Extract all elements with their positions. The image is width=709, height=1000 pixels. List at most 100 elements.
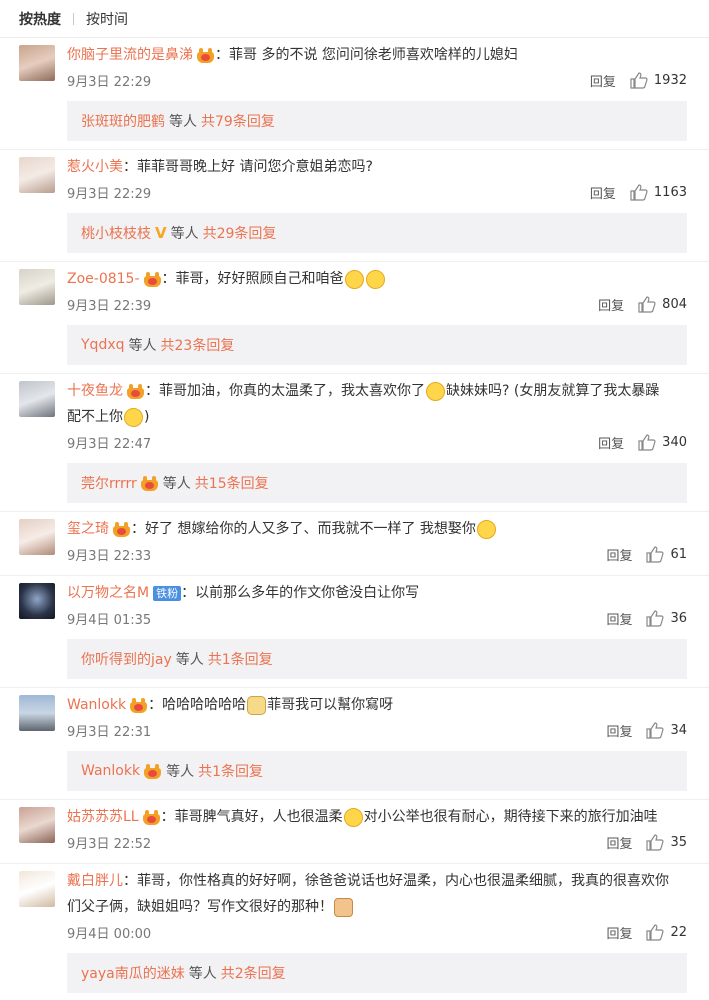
- like-button[interactable]: 35: [646, 833, 687, 851]
- comment-text: ：菲菲哥哥晚上好 请问您介意姐弟恋吗?: [123, 159, 373, 175]
- comment-item: Zoe-0815- ：菲哥，好好照顾自己和咱爸 9月3日 22:39 回复 80…: [0, 262, 709, 374]
- reply-button[interactable]: 回复: [590, 183, 616, 202]
- thumbs-up-icon: [646, 721, 665, 739]
- comment-username[interactable]: 惹火小美: [67, 155, 123, 179]
- comment-time: 9月4日 00:00: [67, 926, 152, 942]
- comment-time: 9月3日 22:52: [67, 836, 152, 852]
- comment-username[interactable]: Zoe-0815-: [67, 267, 140, 291]
- like-button[interactable]: 1163: [630, 183, 687, 201]
- sub-reply-summary[interactable]: 桃小枝枝枝 V 等人 共29条回复: [67, 213, 687, 253]
- sub-reply-sep: 等人: [188, 966, 217, 982]
- sort-by-hot[interactable]: 按热度: [19, 9, 61, 29]
- reply-button[interactable]: 回复: [606, 833, 632, 852]
- avatar[interactable]: [19, 45, 55, 81]
- grin-emoji-icon: [343, 807, 363, 827]
- sub-reply-count[interactable]: 共79条回复: [201, 111, 275, 131]
- comment-text: ): [144, 409, 150, 425]
- sub-reply-sep: 等人: [166, 764, 195, 780]
- comment-text: 们父子俩，缺姐姐吗？写作文很好的那种！: [67, 899, 333, 915]
- sub-reply-count[interactable]: 共1条回复: [208, 649, 273, 669]
- like-count: 1932: [653, 72, 687, 88]
- sub-reply-user[interactable]: Yqdxq: [81, 337, 125, 353]
- avatar[interactable]: [19, 157, 55, 193]
- sub-reply-user[interactable]: 张斑斑的肥鹤: [81, 111, 165, 131]
- reply-button[interactable]: 回复: [606, 721, 632, 740]
- avatar[interactable]: [19, 381, 55, 417]
- reply-button[interactable]: 回复: [606, 545, 632, 564]
- comment-time: 9月3日 22:39: [67, 298, 152, 314]
- sub-reply-summary[interactable]: yaya南瓜的迷妹 等人 共2条回复: [67, 953, 687, 993]
- member-crown-icon: [112, 521, 131, 538]
- like-button[interactable]: 340: [638, 433, 687, 451]
- comment-username[interactable]: 玺之琦: [67, 517, 109, 541]
- like-count: 804: [662, 296, 687, 312]
- comment-text: 缺妹妹吗? (女朋友就算了我太暴躁: [446, 383, 660, 399]
- thumbs-up-icon: [630, 71, 648, 89]
- like-count: 61: [670, 546, 687, 562]
- comment-item: 以万物之名M 铁粉 ：以前那么多年的作文你爸没白让你写 9月4日 01:35 回…: [0, 576, 709, 688]
- sub-reply-user[interactable]: yaya南瓜的迷妹: [81, 963, 185, 983]
- sub-reply-user[interactable]: 桃小枝枝枝: [81, 223, 151, 243]
- sub-reply-sep: 等人: [162, 476, 191, 492]
- sub-reply-summary[interactable]: Wanlokk 等人 共1条回复: [67, 751, 687, 791]
- sub-reply-sep: 等人: [175, 652, 204, 668]
- sub-reply-summary[interactable]: Yqdxq 等人 共23条回复: [67, 325, 687, 365]
- comment-text: 对小公举也很有耐心，期待接下来的旅行加油哇: [363, 809, 658, 825]
- comment-time: 9月3日 22:31: [67, 724, 152, 740]
- sub-reply-count[interactable]: 共15条回复: [195, 473, 269, 493]
- comment-username[interactable]: 以万物之名M: [67, 581, 149, 605]
- sort-by-time[interactable]: 按时间: [86, 9, 128, 29]
- sub-reply-user[interactable]: 你听得到的jay: [81, 649, 172, 669]
- comment-username[interactable]: 十夜鱼龙: [67, 379, 123, 403]
- comment-username[interactable]: 姑苏苏苏LL: [67, 805, 139, 829]
- avatar[interactable]: [19, 807, 55, 843]
- like-button[interactable]: 1932: [630, 71, 687, 89]
- reply-button[interactable]: 回复: [590, 71, 616, 90]
- avatar[interactable]: [19, 871, 55, 907]
- sub-reply-count[interactable]: 共29条回复: [203, 223, 277, 243]
- like-button[interactable]: 22: [646, 923, 687, 941]
- cat-emoji-icon: [334, 897, 353, 917]
- like-count: 36: [670, 610, 687, 626]
- comment-text: ：好了 想嫁给你的人又多了、而我就不一样了 我想娶你: [131, 521, 476, 537]
- like-button[interactable]: 61: [646, 545, 687, 563]
- doge-emoji-icon: [247, 695, 267, 715]
- reply-button[interactable]: 回复: [598, 295, 624, 314]
- reply-button[interactable]: 回复: [606, 609, 632, 628]
- comment-text: ：菲哥加油，你真的太温柔了，我太喜欢你了: [145, 383, 425, 399]
- member-crown-icon: [126, 383, 145, 400]
- comment-username[interactable]: 戴白胖儿: [67, 869, 123, 893]
- shy-emoji-icon: [344, 269, 364, 289]
- avatar[interactable]: [19, 519, 55, 555]
- reply-button[interactable]: 回复: [598, 433, 624, 452]
- comment-text: 菲哥我可以幫你寫呀: [267, 697, 394, 713]
- sub-reply-user[interactable]: Wanlokk: [81, 763, 140, 779]
- sub-reply-summary[interactable]: 张斑斑的肥鹤 等人 共79条回复: [67, 101, 687, 141]
- laugh-cry-emoji-icon: [124, 407, 143, 427]
- comment-username[interactable]: Wanlokk: [67, 693, 126, 717]
- comment-username[interactable]: 你脑子里流的是鼻涕: [67, 43, 193, 67]
- reply-button[interactable]: 回复: [606, 923, 632, 942]
- laugh-cry-emoji-icon: [426, 381, 445, 401]
- sub-reply-summary[interactable]: 莞尔rrrrr 等人 共15条回复: [67, 463, 687, 503]
- member-crown-icon: [129, 697, 148, 714]
- avatar[interactable]: [19, 583, 55, 619]
- like-button[interactable]: 34: [646, 721, 687, 739]
- comment-item: 姑苏苏苏LL ：菲哥脾气真好，人也很温柔 对小公举也很有耐心，期待接下来的旅行加…: [0, 800, 709, 864]
- thumbs-up-icon: [646, 609, 665, 627]
- sub-reply-count[interactable]: 共1条回复: [198, 761, 263, 781]
- comment-item: 惹火小美 ：菲菲哥哥晚上好 请问您介意姐弟恋吗? 9月3日 22:29 回复 1…: [0, 150, 709, 262]
- sub-reply-user[interactable]: 莞尔rrrrr: [81, 473, 137, 493]
- avatar[interactable]: [19, 269, 55, 305]
- avatar[interactable]: [19, 695, 55, 731]
- like-count: 1163: [653, 184, 687, 200]
- sub-reply-summary[interactable]: 你听得到的jay 等人 共1条回复: [67, 639, 687, 679]
- sub-reply-count[interactable]: 共23条回复: [161, 335, 235, 355]
- comment-text: ：菲哥，好好照顾自己和咱爸: [161, 271, 344, 287]
- smile-emoji-icon: [476, 519, 496, 539]
- like-button[interactable]: 804: [638, 295, 687, 313]
- comment-text: ：菲哥脾气真好，人也很温柔: [160, 809, 343, 825]
- comment-text: ：菲哥 多的不说 您问问徐老师喜欢啥样的儿媳妇: [215, 47, 518, 63]
- like-button[interactable]: 36: [646, 609, 687, 627]
- sub-reply-count[interactable]: 共2条回复: [221, 963, 286, 983]
